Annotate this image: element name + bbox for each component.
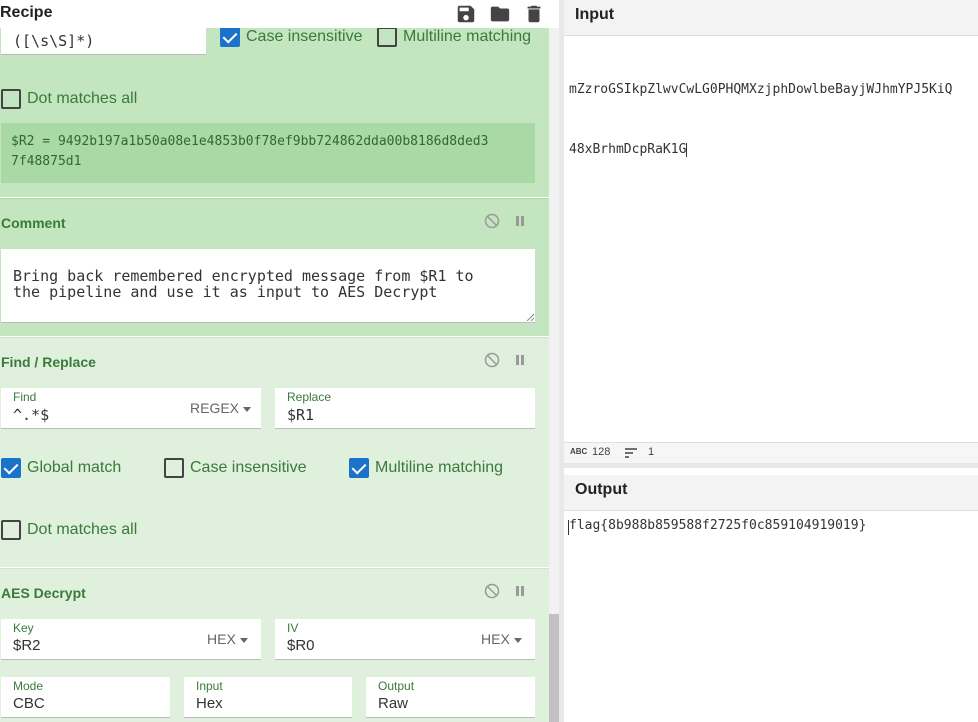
io-splitter[interactable]	[564, 463, 978, 468]
save-icon[interactable]	[455, 3, 477, 25]
case-insensitive-label: Case insensitive	[190, 459, 307, 476]
iv-type-select[interactable]: HEX	[481, 631, 522, 647]
chevron-down-icon	[513, 637, 522, 643]
global-match-label: Global match	[27, 459, 122, 476]
dot-matches-all-checkbox[interactable]: Dot matches all	[1, 520, 137, 540]
pause-icon[interactable]	[512, 213, 528, 229]
input-line2: 48xBrhmDcpRaK1G	[569, 142, 688, 157]
input-header: Input	[564, 0, 978, 36]
input-format-label: Input	[196, 679, 223, 693]
iv-type-value: HEX	[481, 631, 510, 647]
case-insensitive-checkbox[interactable]: Case insensitive	[220, 27, 363, 47]
checkbox-checked-icon	[220, 27, 240, 47]
input-lines: 1	[648, 446, 655, 458]
key-label: Key	[13, 621, 34, 635]
input-length: 128	[592, 446, 611, 458]
find-replace-title: Find / Replace	[1, 354, 96, 370]
multiline-label: Multiline matching	[375, 459, 504, 476]
regex-output-box: $R2 = 9492b197a1b50a08e1e4853b0f78ef9bb7…	[1, 123, 535, 183]
regex-output-line1: $R2 = 9492b197a1b50a08e1e4853b0f78ef9bb7…	[11, 134, 489, 149]
replace-value: $R1	[287, 406, 315, 424]
input-title: Input	[575, 6, 615, 23]
mode-value: CBC	[13, 695, 45, 712]
comment-title: Comment	[1, 215, 66, 231]
dot-matches-all-label: Dot matches all	[27, 521, 138, 538]
trash-icon[interactable]	[523, 3, 545, 25]
checkbox-unchecked-icon	[377, 27, 397, 47]
disable-icon[interactable]	[484, 583, 500, 599]
output-format-value: Raw	[378, 695, 409, 712]
mode-label: Mode	[13, 679, 44, 693]
regex-output-line2: 7f48875d1	[11, 154, 82, 169]
key-value: $R2	[13, 637, 41, 654]
regex-value: ([\s\S]*)	[13, 32, 95, 50]
global-match-checkbox[interactable]: Global match	[1, 458, 121, 478]
disable-icon[interactable]	[484, 352, 500, 368]
case-insensitive-checkbox[interactable]: Case insensitive	[164, 458, 307, 478]
input-format-value: Hex	[196, 695, 223, 712]
output-textarea[interactable]: flag{8b988b859588f2725f0c859104919019}	[569, 518, 866, 533]
io-pane: Input mZzroGSIkpZlwvCwLG0PHQMXzjphDowlbe…	[564, 0, 978, 722]
length-icon: ABC	[570, 447, 588, 456]
find-label: Find	[13, 390, 37, 404]
regex-operation: ([\s\S]*) Case insensitive Multiline mat…	[0, 0, 549, 197]
output-format-label: Output	[378, 679, 415, 693]
recipe-title: Recipe	[0, 4, 53, 21]
iv-field[interactable]: IV $R0 HEX	[275, 619, 535, 660]
aes-decrypt-title: AES Decrypt	[1, 585, 86, 601]
dot-matches-all-label: Dot matches all	[27, 90, 138, 107]
chevron-down-icon	[239, 637, 248, 643]
iv-label: IV	[287, 621, 299, 635]
multiline-checkbox[interactable]: Multiline matching	[377, 27, 531, 47]
replace-label: Replace	[287, 390, 332, 404]
find-type-select[interactable]: REGEX	[190, 400, 252, 416]
recipe-scrollbar-thumb[interactable]	[549, 614, 559, 722]
output-title: Output	[575, 481, 628, 498]
folder-icon[interactable]	[489, 3, 511, 25]
text-cursor	[686, 142, 688, 157]
key-type-select[interactable]: HEX	[207, 631, 248, 647]
comment-textarea[interactable]: Bring back remembered encrypted message …	[1, 249, 535, 323]
multiline-checkbox[interactable]: Multiline matching	[349, 458, 503, 478]
regex-field[interactable]: ([\s\S]*)	[1, 24, 206, 55]
mode-field[interactable]: Mode CBC	[1, 677, 170, 718]
input-status-bar: ABC 128 1	[564, 442, 978, 463]
key-field[interactable]: Key $R2 HEX	[1, 619, 261, 660]
find-field[interactable]: Find ^.*$ REGEX	[1, 388, 261, 429]
checkbox-unchecked-icon	[164, 458, 184, 478]
aes-decrypt-operation: AES Decrypt Key $R2 HEX IV $R0 HEX Mode …	[0, 568, 549, 722]
key-type-value: HEX	[207, 631, 236, 647]
resize-handle-icon[interactable]	[526, 313, 534, 321]
checkbox-checked-icon	[349, 458, 369, 478]
lines-icon	[625, 448, 637, 458]
find-type-value: REGEX	[190, 400, 240, 416]
recipe-header: Recipe	[0, 0, 559, 28]
comment-line2: the pipeline and use it as input to AES …	[13, 283, 438, 301]
find-replace-operation: Find / Replace Find ^.*$ REGEX Replace $…	[0, 337, 549, 567]
multiline-label: Multiline matching	[403, 28, 532, 45]
checkbox-unchecked-icon	[1, 520, 21, 540]
dot-matches-all-checkbox[interactable]: Dot matches all	[1, 89, 137, 109]
checkbox-checked-icon	[1, 458, 21, 478]
input-textarea[interactable]: mZzroGSIkpZlwvCwLG0PHQMXzjphDowlbeBayjWJ…	[569, 40, 978, 200]
recipe-pane: ([\s\S]*) Case insensitive Multiline mat…	[0, 0, 559, 722]
chevron-down-icon	[243, 406, 252, 412]
output-format-field[interactable]: Output Raw	[366, 677, 535, 718]
pause-icon[interactable]	[512, 583, 528, 599]
iv-value: $R0	[287, 637, 315, 654]
checkbox-unchecked-icon	[1, 89, 21, 109]
disable-icon[interactable]	[484, 213, 500, 229]
find-value: ^.*$	[13, 406, 50, 424]
pause-icon[interactable]	[512, 352, 528, 368]
case-insensitive-label: Case insensitive	[246, 28, 363, 45]
input-line1: mZzroGSIkpZlwvCwLG0PHQMXzjphDowlbeBayjWJ…	[569, 82, 953, 97]
replace-field[interactable]: Replace $R1	[275, 388, 535, 429]
output-header: Output	[564, 475, 978, 511]
input-format-field[interactable]: Input Hex	[184, 677, 352, 718]
comment-operation: Comment Bring back remembered encrypted …	[0, 198, 549, 336]
